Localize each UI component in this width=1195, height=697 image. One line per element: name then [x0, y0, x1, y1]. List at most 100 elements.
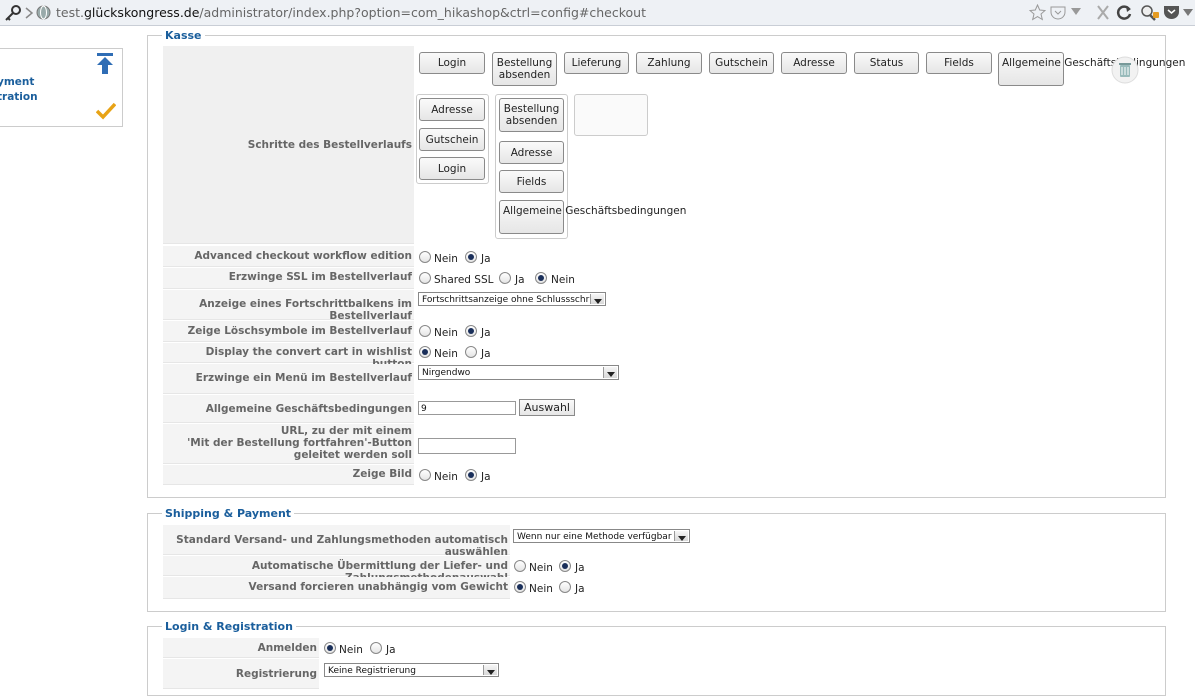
chevron-down-icon [590, 294, 604, 304]
force-shipping-label: Versand forcieren unabhängig vom Gewicht [163, 577, 510, 599]
ssl-shared-radio[interactable] [419, 272, 431, 284]
kasse-section: Kasse Schritte des Bestellverlaufs Login… [147, 29, 1185, 498]
progress-label: Anzeige eines Fortschrittbalkens im Best… [163, 290, 414, 322]
force-ja-label: Ja [575, 583, 585, 595]
delete-nein-label: Nein [434, 327, 458, 339]
sidebar-link-registration[interactable]: tration [0, 91, 38, 103]
convert-ja-radio[interactable] [465, 346, 477, 358]
bookmark-star-icon[interactable] [1029, 4, 1046, 21]
delete-ja-label: Ja [481, 327, 491, 339]
ssl-ja-radio[interactable] [499, 272, 511, 284]
stop-icon[interactable] [1096, 4, 1110, 21]
step-button-fields[interactable]: Fields [926, 52, 992, 74]
chevron-down-icon [483, 665, 497, 675]
login-registration-section: Login & Registration Anmelden Nein Ja Re… [147, 620, 1166, 696]
login-nein-label: Nein [339, 644, 363, 656]
login-ja-radio[interactable] [370, 642, 382, 654]
advanced-ja-radio[interactable] [465, 251, 477, 263]
delete-nein-radio[interactable] [419, 325, 431, 337]
sidebar-link-payment[interactable]: yment [0, 76, 34, 88]
terms-select-button[interactable]: Auswahl [519, 399, 575, 416]
menu-select[interactable]: Nirgendwo [418, 365, 619, 380]
step-button-status[interactable]: Status [854, 52, 919, 74]
auto-submit-nein-radio[interactable] [514, 560, 526, 572]
ssl-label: Erzwinge SSL im Bestellverlauf [163, 268, 414, 289]
group1-button-adresse[interactable]: Adresse [419, 98, 485, 121]
arrow-up-icon[interactable] [94, 52, 116, 76]
force-nein-label: Nein [529, 583, 553, 595]
delete-ja-radio[interactable] [465, 325, 477, 337]
group2-button-adresse[interactable]: Adresse [499, 141, 564, 164]
globe-icon [36, 5, 51, 20]
auto-submit-label: Automatische Übermittlung der Liefer- un… [163, 556, 510, 584]
force-ja-radio[interactable] [559, 581, 571, 593]
group2-button-bestellung-absenden[interactable]: Bestellung absenden [499, 98, 564, 132]
show-image-label: Zeige Bild [163, 465, 414, 485]
advanced-ja-label: Ja [481, 253, 491, 265]
auto-select-select[interactable]: Wenn nur eine Methode verfügbar ist [513, 529, 690, 543]
chevron-down-icon [674, 531, 688, 541]
group1-button-login[interactable]: Login [419, 157, 485, 180]
ssl-nein-radio[interactable] [535, 272, 547, 284]
step-button-lieferung[interactable]: Lieferung [564, 52, 629, 74]
step-button-bestellung-absenden[interactable]: Bestellung absenden [492, 52, 557, 86]
auto-submit-ja-radio[interactable] [559, 560, 571, 572]
menu-label: Erzwinge ein Menü im Bestellverlauf [163, 364, 414, 394]
step-button-agb[interactable]: Allgemeine Geschäftsbedingungen [998, 52, 1185, 86]
advanced-label: Advanced checkout workflow edition [163, 246, 414, 267]
login-nein-radio[interactable] [324, 642, 336, 654]
ssl-nein-label: Nein [551, 274, 575, 286]
continue-url-label-line3: geleitet werden soll [293, 449, 412, 461]
ssl-ja-label: Ja [515, 274, 525, 286]
search-icon[interactable] [1140, 4, 1160, 22]
delete-icons-label: Zeige Löschsymbole im Bestellverlauf [163, 321, 414, 342]
back-arrow-icon[interactable] [24, 6, 34, 20]
continue-url-input[interactable] [418, 438, 516, 454]
convert-ja-label: Ja [481, 348, 491, 360]
key-icon [5, 5, 21, 21]
step-group-empty[interactable] [574, 94, 648, 136]
continue-url-label-line2: 'Mit der Bestellung fortfahren'-Button [187, 437, 412, 449]
continue-url-label-line1: URL, zu der mit einem [280, 425, 412, 437]
step-button-zahlung[interactable]: Zahlung [636, 52, 702, 74]
reload-icon[interactable] [1116, 4, 1133, 21]
pocket-icon[interactable] [1050, 5, 1066, 20]
auto-submit-nein-label: Nein [529, 562, 553, 574]
advanced-nein-radio[interactable] [419, 251, 431, 263]
group2-button-agb[interactable]: Allgemeine Geschäftsbedingungen [499, 200, 686, 234]
terms-input[interactable]: 9 [418, 401, 516, 415]
registration-select[interactable]: Keine Registrierung [324, 663, 499, 677]
browser-address-bar: test.glückskongress.de/administrator/ind… [0, 0, 1195, 26]
image-ja-radio[interactable] [465, 469, 477, 481]
continue-url-label: URL, zu der mit einem 'Mit der Bestellun… [163, 424, 414, 464]
convert-nein-label: Nein [434, 348, 458, 360]
auto-submit-ja-label: Ja [575, 562, 585, 574]
chevron-down-icon [603, 367, 617, 378]
terms-label: Allgemeine Geschäftsbedingungen [163, 395, 414, 423]
dropdown-arrow-icon[interactable] [1071, 8, 1081, 16]
advanced-nein-label: Nein [434, 253, 458, 265]
force-nein-radio[interactable] [514, 581, 526, 593]
checkmark-icon [96, 102, 116, 120]
group1-button-gutschein[interactable]: Gutschein [419, 128, 485, 151]
pocket-save-icon[interactable] [1163, 4, 1180, 21]
convert-cart-label: Display the convert cart in wishlist but… [163, 343, 414, 370]
group2-button-fields[interactable]: Fields [499, 170, 564, 193]
image-nein-label: Nein [434, 471, 458, 483]
image-nein-radio[interactable] [419, 469, 431, 481]
url-text[interactable]: test.glückskongress.de/administrator/ind… [56, 5, 646, 20]
menu-arrow-icon[interactable] [1183, 9, 1193, 17]
progress-select[interactable]: Fortschrittsanzeige ohne Schlussschritt [418, 292, 606, 306]
step-button-gutschein[interactable]: Gutschein [709, 52, 774, 74]
step-button-adresse[interactable]: Adresse [781, 52, 847, 74]
trash-icon[interactable] [1111, 54, 1139, 86]
convert-nein-radio[interactable] [419, 346, 431, 358]
auto-select-label: Standard Versand- und Zahlungsmethoden a… [163, 525, 510, 558]
login-ja-label: Ja [386, 644, 396, 656]
step-button-login[interactable]: Login [419, 52, 485, 74]
login-label: Anmelden [163, 638, 319, 658]
ssl-shared-label: Shared SSL [434, 274, 494, 286]
sidebar-menu: yment tration [0, 48, 123, 127]
image-ja-label: Ja [481, 471, 491, 483]
shipping-payment-section: Shipping & Payment Standard Versand- und… [147, 507, 1166, 612]
